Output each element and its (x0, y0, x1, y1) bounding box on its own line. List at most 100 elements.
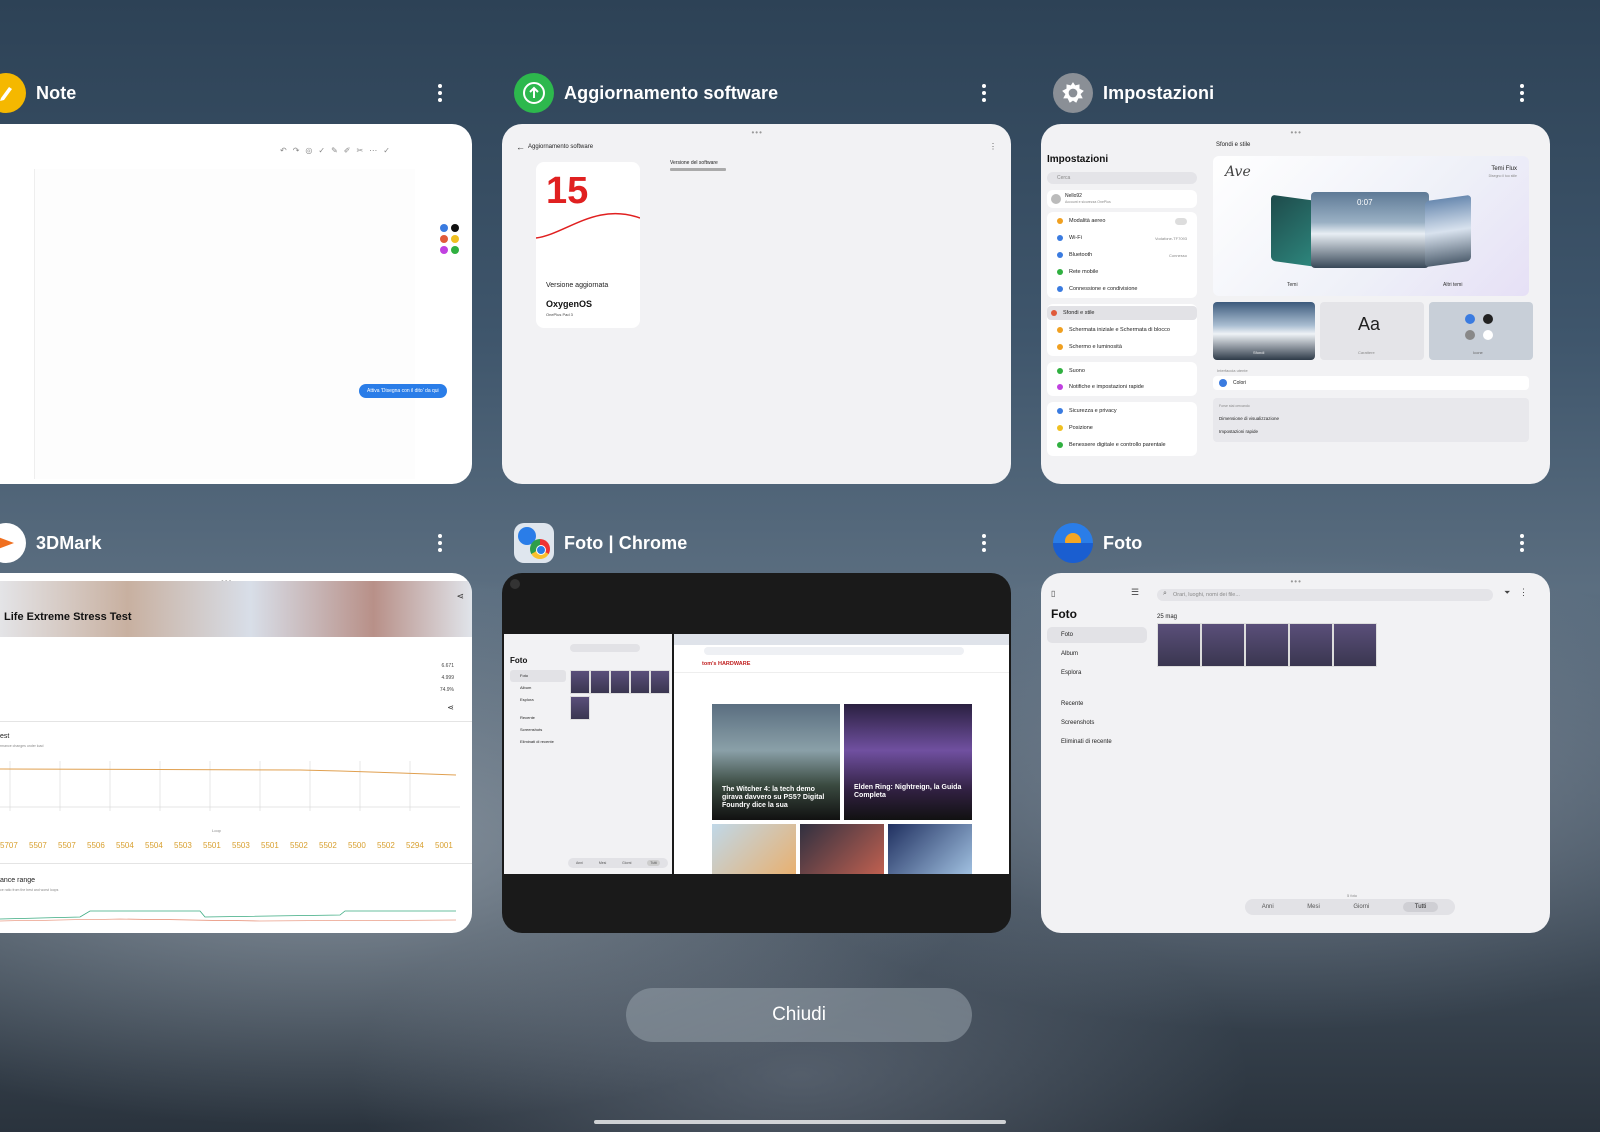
settings-link-display-size[interactable]: Dimensione di visualizzazione (1219, 416, 1279, 421)
settings-row-mobile[interactable]: Rete mobile (1053, 265, 1191, 279)
note-canvas[interactable] (34, 169, 415, 479)
update-card[interactable]: ••• ← Aggiornamento software ⋮ 15 Versio… (502, 124, 1011, 484)
chrome-address-bar[interactable] (704, 647, 964, 655)
mini-search-input[interactable] (570, 644, 640, 652)
update-more-icon[interactable] (972, 81, 996, 105)
chrome-browser-pane[interactable]: tom's HARDWARE The Witcher 4: la tech de… (674, 634, 1009, 874)
settings-theme-preview[interactable]: Ave Temi Flux Disegno il tuo stile 0:07 … (1213, 156, 1529, 296)
note-color-palette[interactable] (440, 224, 464, 254)
foto-card-more-icon[interactable]: ⋮ (1519, 587, 1528, 598)
split-handle-icon[interactable] (510, 579, 520, 589)
photo-thumb[interactable] (1289, 623, 1333, 667)
note-more-icon[interactable] (428, 81, 452, 105)
theme-right-wallpaper (1425, 194, 1471, 268)
home-indicator[interactable] (594, 1120, 1006, 1124)
chrome-app-icon[interactable] (514, 523, 554, 563)
mark3d-banner-title: Life Extreme Stress Test (4, 611, 132, 623)
foto-menu-item-eliminati[interactable]: Eliminati di recente (1047, 734, 1147, 750)
settings-row-sound[interactable]: Suono (1053, 364, 1191, 378)
tab-tutti[interactable]: Tutti (1402, 902, 1439, 912)
settings-row-wallpaper[interactable]: Sfondi e stile (1047, 306, 1197, 320)
foto-more-icon[interactable] (1510, 531, 1534, 555)
settings-tile-sfondi[interactable]: Sfondi (1213, 302, 1315, 360)
update-version-label: Versione del software (670, 160, 718, 166)
settings-app-icon[interactable] (1053, 73, 1093, 113)
settings-row-connection[interactable]: Connessione e condivisione (1053, 282, 1191, 296)
foto-count: 5 foto (1347, 893, 1358, 898)
list-view-icon[interactable]: ☰ (1131, 587, 1139, 598)
icon-sample-3 (1465, 330, 1475, 340)
settings-row-homescreen[interactable]: Schermata iniziale e Schermata di blocco (1053, 323, 1191, 337)
foto-app-icon[interactable] (1053, 523, 1093, 563)
settings-row-notifications[interactable]: Notifiche e impostazioni rapide (1053, 380, 1191, 394)
article-thumb-4[interactable] (800, 824, 884, 874)
settings-row-colori[interactable]: Colori (1213, 376, 1529, 390)
update-app-icon[interactable] (514, 73, 554, 113)
settings-row-bluetooth[interactable]: Bluetooth Connesso (1053, 248, 1191, 262)
theme-sub: Disegno il tuo stile (1488, 174, 1517, 178)
tab-altri-temi[interactable]: Altri temi (1443, 282, 1462, 288)
tab-mesi[interactable]: Mesi (1307, 904, 1320, 910)
foto-menu-item-recente[interactable]: Recente (1047, 696, 1147, 712)
note-card[interactable]: ↶↷◎✓✎✐✂⋯✓ Attiva 'Disegna con il dito' d… (0, 124, 472, 484)
photo-thumb[interactable] (1245, 623, 1289, 667)
note-toolbar: ↶↷◎✓✎✐✂⋯✓ (280, 146, 396, 155)
update-version-card: 15 Versione aggiornata OxygenOS OnePlus … (536, 162, 640, 328)
close-all-button[interactable]: Chiudi (626, 988, 972, 1042)
mini-period-tabs[interactable]: Anni Mesi Giorni Tutti (568, 858, 668, 868)
share-icon[interactable]: ⋖ (447, 703, 454, 712)
chrome-more-icon[interactable] (972, 531, 996, 555)
settings-account-row[interactable]: Nello92 Account e sicurezza OnePlus (1047, 190, 1197, 208)
chrome-foto-pane[interactable]: Foto Foto Album Esplora Recente Screensh… (504, 634, 672, 874)
settings-row-security[interactable]: Sicurezza e privacy (1053, 404, 1191, 418)
settings-tile-carattere[interactable]: Aa Carattere (1320, 302, 1424, 360)
photo-thumb[interactable] (1157, 623, 1201, 667)
article-card-1[interactable]: The Witcher 4: la tech demo girava davve… (712, 704, 840, 820)
settings-search-input[interactable]: Cerca (1047, 172, 1197, 184)
settings-group-security: Sicurezza e privacy Posizione Benessere … (1047, 402, 1197, 456)
settings-row-screen[interactable]: Schermo e luminosità (1053, 340, 1191, 354)
article-thumb-3[interactable] (712, 824, 796, 874)
colori-icon (1219, 379, 1227, 387)
photo-thumb[interactable] (1333, 623, 1377, 667)
settings-more-box: Forse stai cercando Dimensione di visual… (1213, 398, 1529, 442)
foto-search-input[interactable]: ⌕ Orari, luoghi, nomi dei file... (1157, 589, 1493, 601)
settings-row-location[interactable]: Posizione (1053, 421, 1191, 435)
site-logo[interactable]: tom's HARDWARE (702, 661, 750, 667)
tab-temi[interactable]: Temi (1287, 282, 1298, 288)
tab-anni[interactable]: Anni (1262, 904, 1274, 910)
settings-row-wifi[interactable]: Wi-Fi Vodafone-TF7093 (1053, 231, 1191, 245)
settings-more-icon[interactable] (1510, 81, 1534, 105)
settings-card[interactable]: ••• Impostazioni Cerca Nello92 Account e… (1041, 124, 1550, 484)
note-toast[interactable]: Attiva 'Disegna con il dito' da qui (359, 384, 447, 398)
settings-link-quick[interactable]: Impostazioni rapide (1219, 429, 1258, 434)
foto-card[interactable]: ••• ▯ ☰ ⌕ Orari, luoghi, nomi dei file..… (1041, 573, 1550, 933)
filter-icon[interactable]: ⏷ (1504, 588, 1510, 598)
mark3d-app-icon[interactable] (0, 523, 26, 563)
update-card-more-icon[interactable]: ⋮ (989, 142, 997, 151)
settings-right-title: Sfondi e stile (1216, 142, 1251, 148)
settings-tile-icone[interactable]: Icone (1429, 302, 1533, 360)
settings-row-airplane[interactable]: Modalità aereo (1053, 214, 1191, 228)
mark3d-more-icon[interactable] (428, 531, 452, 555)
settings-group-display: Sfondi e stile Schermata iniziale e Sche… (1047, 304, 1197, 356)
photo-thumb[interactable] (1201, 623, 1245, 667)
foto-menu-item-album[interactable]: Album (1047, 646, 1147, 662)
tab-giorni[interactable]: Giorni (1353, 904, 1369, 910)
settings-row-wellbeing[interactable]: Benessere digitale e controllo parentale (1053, 438, 1191, 452)
foto-period-tabs[interactable]: Anni Mesi Giorni Tutti (1245, 899, 1455, 915)
share-icon[interactable]: ⋖ (456, 591, 464, 602)
update-back-icon[interactable]: ← (516, 142, 525, 152)
mark3d-banner: Life Extreme Stress Test ⋖ (0, 581, 472, 637)
foto-menu-item-esplora[interactable]: Esplora (1047, 665, 1147, 681)
sidebar-toggle-icon[interactable]: ▯ (1051, 589, 1055, 598)
note-app-icon[interactable] (0, 73, 26, 113)
article-card-2[interactable]: Elden Ring: Nightreign, la Guida Complet… (844, 704, 972, 820)
article-thumb-5[interactable] (888, 824, 972, 874)
mark3d-card[interactable]: ••• Life Extreme Stress Test ⋖ 6.671 4.9… (0, 573, 472, 933)
foto-menu-item-screenshots[interactable]: Screenshots (1047, 715, 1147, 731)
update-version-value (670, 168, 726, 171)
foto-menu-item-foto[interactable]: Foto (1047, 627, 1147, 643)
icon-sample-4 (1483, 330, 1493, 340)
chrome-card[interactable]: Foto Foto Album Esplora Recente Screensh… (502, 573, 1011, 933)
